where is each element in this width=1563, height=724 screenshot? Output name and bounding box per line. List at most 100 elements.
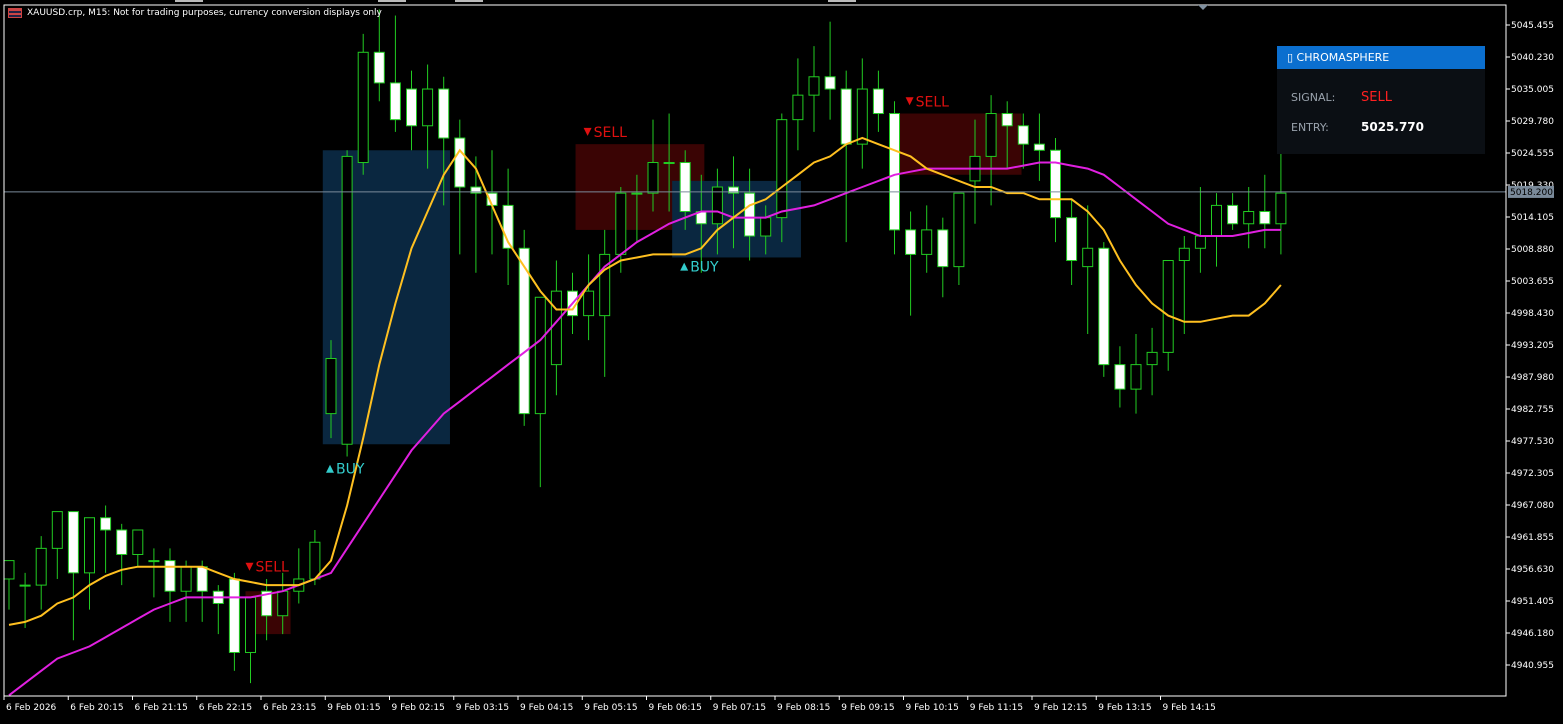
candle[interactable] bbox=[824, 21, 836, 120]
candle-body bbox=[67, 511, 79, 574]
candle-body bbox=[953, 192, 965, 268]
candle[interactable] bbox=[792, 58, 804, 151]
candle[interactable] bbox=[1211, 193, 1222, 267]
time-label: 9 Feb 11:15 bbox=[970, 703, 1023, 713]
candle[interactable] bbox=[534, 296, 546, 488]
candle[interactable] bbox=[518, 229, 530, 426]
candle-body bbox=[550, 290, 562, 366]
sell-signal[interactable]: SELL bbox=[905, 94, 950, 110]
price-label: 4987.980 bbox=[1511, 373, 1554, 383]
entry-value: 5025.770 bbox=[1361, 120, 1425, 134]
candle[interactable] bbox=[1178, 236, 1190, 335]
sell-arrow-icon bbox=[905, 97, 914, 106]
candle[interactable] bbox=[196, 560, 208, 622]
candle[interactable] bbox=[1194, 187, 1206, 273]
candle[interactable] bbox=[164, 548, 176, 622]
candle[interactable] bbox=[1033, 113, 1045, 181]
time-label: 9 Feb 02:15 bbox=[392, 703, 445, 713]
candle[interactable] bbox=[840, 70, 852, 243]
signal-value: SELL bbox=[1361, 90, 1392, 105]
candle[interactable] bbox=[373, 9, 385, 102]
price-label: 5029.780 bbox=[1511, 117, 1554, 127]
candle[interactable] bbox=[454, 119, 466, 255]
candle[interactable] bbox=[486, 150, 498, 255]
candle[interactable] bbox=[148, 548, 160, 598]
candle-body bbox=[1162, 260, 1174, 353]
candle[interactable] bbox=[293, 548, 305, 604]
candle-body bbox=[341, 155, 353, 445]
candle[interactable] bbox=[1098, 242, 1110, 377]
candle-body bbox=[856, 88, 868, 145]
candle[interactable] bbox=[84, 517, 95, 610]
candle[interactable] bbox=[550, 260, 562, 396]
candle[interactable] bbox=[583, 254, 595, 341]
candle[interactable] bbox=[67, 511, 79, 641]
slow-ma-line bbox=[8, 161, 1281, 697]
candle[interactable] bbox=[599, 229, 611, 377]
candle[interactable] bbox=[245, 596, 256, 684]
signal-row: SIGNAL: SELL bbox=[1291, 90, 1392, 105]
candle[interactable] bbox=[889, 101, 900, 255]
candle-body bbox=[840, 88, 852, 145]
time-label: 9 Feb 01:15 bbox=[327, 703, 380, 713]
candle[interactable] bbox=[937, 217, 949, 298]
candle-body bbox=[1243, 211, 1255, 225]
candle-body bbox=[1211, 204, 1222, 237]
candle[interactable] bbox=[132, 529, 144, 567]
candle-body bbox=[228, 578, 240, 653]
candle[interactable] bbox=[389, 15, 401, 132]
candle[interactable] bbox=[35, 536, 47, 610]
candle[interactable] bbox=[1243, 187, 1255, 249]
candle-body bbox=[1130, 364, 1142, 390]
candle[interactable] bbox=[1146, 327, 1158, 396]
candle[interactable] bbox=[470, 156, 482, 273]
candle[interactable] bbox=[1259, 174, 1271, 249]
candle[interactable] bbox=[1227, 193, 1239, 230]
candle[interactable] bbox=[341, 150, 353, 457]
candle[interactable] bbox=[180, 560, 192, 622]
entry-label: ENTRY: bbox=[1291, 121, 1329, 134]
candle[interactable] bbox=[228, 572, 240, 671]
candle[interactable] bbox=[872, 70, 884, 132]
candle-body bbox=[1194, 235, 1206, 249]
candle[interactable] bbox=[502, 168, 514, 286]
candle-body bbox=[51, 511, 63, 549]
buy-signal[interactable]: BUY bbox=[680, 260, 719, 276]
candle-body bbox=[1146, 351, 1158, 366]
candle[interactable] bbox=[1275, 150, 1287, 255]
candle-body bbox=[164, 560, 176, 592]
candle[interactable] bbox=[100, 505, 112, 573]
price-label: 4972.305 bbox=[1511, 469, 1554, 479]
sell-signal[interactable]: SELL bbox=[583, 125, 628, 141]
symbol-info: XAUUSD.crp, M15: Not for trading purpose… bbox=[27, 8, 382, 18]
candle[interactable] bbox=[808, 46, 820, 132]
scroll-marker-icon[interactable] bbox=[1198, 5, 1208, 10]
candle[interactable] bbox=[1082, 205, 1094, 335]
candle[interactable] bbox=[406, 70, 417, 151]
buy-signal[interactable]: BUY bbox=[326, 462, 365, 478]
candle[interactable] bbox=[212, 585, 224, 635]
panel-title[interactable]: ▯ CHROMASPHERE bbox=[1277, 46, 1485, 69]
candle[interactable] bbox=[51, 511, 63, 579]
candle-body bbox=[711, 186, 723, 225]
candle-body bbox=[760, 217, 772, 237]
candle[interactable] bbox=[856, 58, 868, 169]
candle-body bbox=[116, 529, 128, 555]
candle[interactable] bbox=[905, 211, 917, 316]
price-label: 4982.755 bbox=[1511, 405, 1554, 415]
candle[interactable] bbox=[357, 33, 369, 175]
candle[interactable] bbox=[116, 523, 128, 586]
signal-label: SELL bbox=[594, 125, 628, 141]
candle[interactable] bbox=[1050, 138, 1061, 243]
candle[interactable] bbox=[921, 205, 933, 273]
candle[interactable] bbox=[1114, 346, 1126, 408]
sell-signal[interactable]: SELL bbox=[245, 560, 290, 576]
candle-body bbox=[309, 541, 321, 580]
candle[interactable] bbox=[953, 192, 965, 286]
candle[interactable] bbox=[1130, 334, 1142, 414]
candle[interactable] bbox=[3, 560, 15, 610]
time-label: 9 Feb 05:15 bbox=[584, 703, 637, 713]
time-label: 9 Feb 06:15 bbox=[649, 703, 702, 713]
price-label: 5035.005 bbox=[1511, 85, 1554, 95]
candle[interactable] bbox=[1066, 199, 1078, 286]
